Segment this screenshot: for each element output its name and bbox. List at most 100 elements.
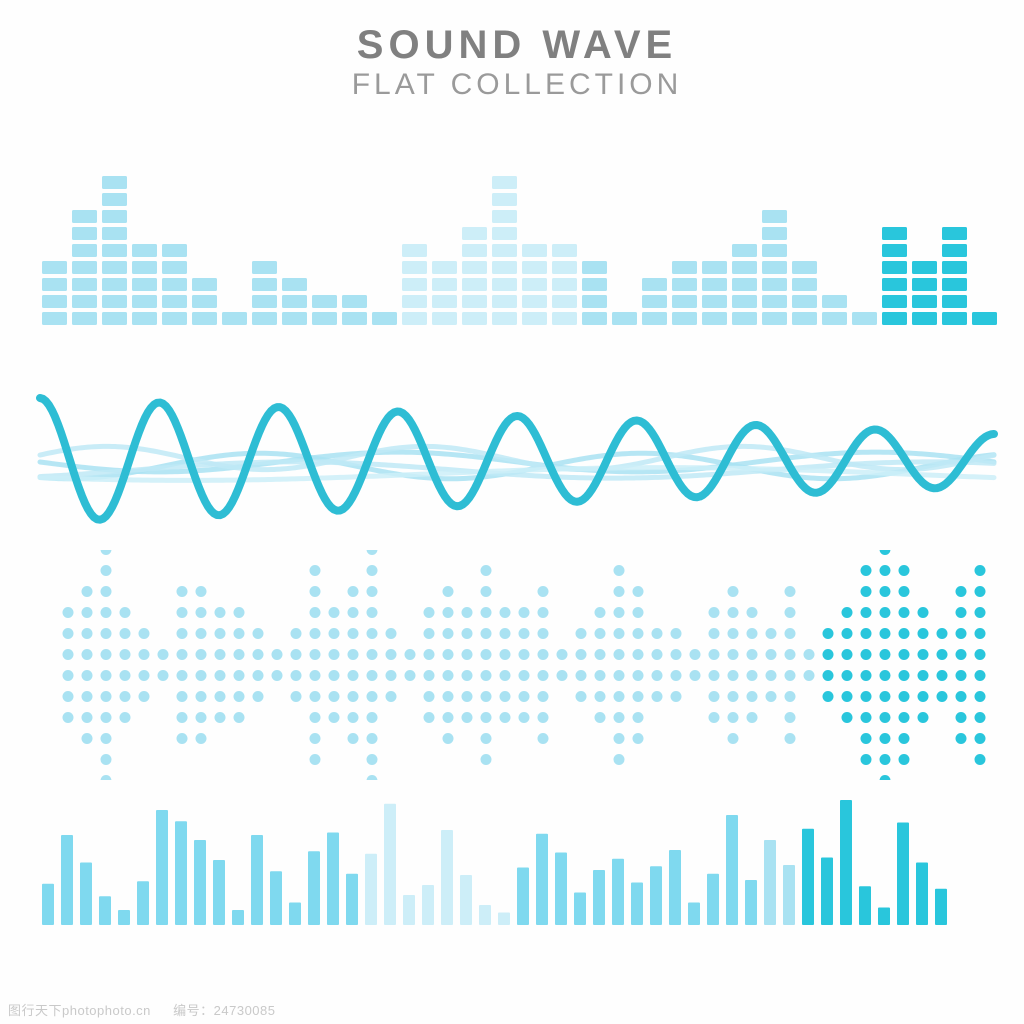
matrix-dot bbox=[708, 607, 720, 618]
equalizer-block bbox=[72, 261, 97, 274]
equalizer-bar bbox=[783, 865, 795, 925]
matrix-dot bbox=[898, 691, 910, 702]
equalizer-bar bbox=[764, 840, 776, 925]
matrix-dot bbox=[841, 712, 853, 723]
matrix-dot bbox=[100, 628, 112, 639]
equalizer-block bbox=[402, 278, 427, 291]
matrix-dot bbox=[366, 565, 378, 576]
matrix-dot bbox=[518, 628, 530, 639]
equalizer-bar bbox=[42, 883, 54, 925]
matrix-dot bbox=[309, 607, 321, 618]
equalizer-block bbox=[612, 312, 637, 325]
matrix-dot bbox=[195, 691, 207, 702]
equalizer-block bbox=[462, 244, 487, 257]
matrix-dot bbox=[784, 628, 796, 639]
matrix-dot bbox=[575, 649, 587, 660]
equalizer-block bbox=[702, 278, 727, 291]
matrix-dot bbox=[746, 628, 758, 639]
matrix-dot bbox=[594, 649, 606, 660]
matrix-dot bbox=[955, 712, 967, 723]
matrix-dot bbox=[461, 628, 473, 639]
equalizer-block bbox=[102, 295, 127, 308]
matrix-dot bbox=[271, 649, 283, 660]
equalizer-block bbox=[162, 312, 187, 325]
equalizer-block bbox=[552, 278, 577, 291]
equalizer-block bbox=[732, 244, 757, 257]
matrix-dot bbox=[974, 754, 986, 765]
matrix-dot bbox=[537, 649, 549, 660]
equalizer-block bbox=[432, 278, 457, 291]
matrix-dot bbox=[974, 649, 986, 660]
matrix-dot bbox=[423, 670, 435, 681]
matrix-dot bbox=[613, 565, 625, 576]
matrix-dot bbox=[480, 607, 492, 618]
matrix-dot bbox=[119, 712, 131, 723]
matrix-dot bbox=[537, 691, 549, 702]
equalizer-block bbox=[552, 261, 577, 274]
matrix-dot bbox=[936, 649, 948, 660]
equalizer-block bbox=[102, 227, 127, 240]
equalizer-block bbox=[942, 312, 967, 325]
matrix-dot bbox=[480, 586, 492, 597]
equalizer-block bbox=[492, 210, 517, 223]
matrix-dot bbox=[309, 754, 321, 765]
equalizer-block bbox=[882, 312, 907, 325]
equalizer-block bbox=[282, 278, 307, 291]
equalizer-block bbox=[252, 295, 277, 308]
equalizer-block bbox=[102, 210, 127, 223]
matrix-dot bbox=[746, 607, 758, 618]
equalizer-block bbox=[282, 295, 307, 308]
matrix-dot bbox=[385, 691, 397, 702]
matrix-dot bbox=[974, 607, 986, 618]
matrix-dot bbox=[613, 649, 625, 660]
matrix-dot bbox=[480, 670, 492, 681]
matrix-dot bbox=[385, 670, 397, 681]
matrix-dot bbox=[632, 649, 644, 660]
equalizer-block bbox=[792, 261, 817, 274]
equalizer-block bbox=[72, 210, 97, 223]
matrix-dot bbox=[423, 628, 435, 639]
equalizer-bar bbox=[669, 850, 681, 925]
equalizer-bar bbox=[688, 902, 700, 925]
matrix-dot bbox=[81, 733, 93, 744]
equalizer-block bbox=[822, 295, 847, 308]
matrix-dot bbox=[347, 607, 359, 618]
equalizer-block bbox=[702, 295, 727, 308]
dot-matrix-canvas bbox=[62, 550, 986, 780]
equalizer-block bbox=[912, 295, 937, 308]
equalizer-block bbox=[162, 261, 187, 274]
matrix-dot bbox=[366, 712, 378, 723]
matrix-dot bbox=[366, 649, 378, 660]
matrix-dot bbox=[499, 712, 511, 723]
matrix-dot bbox=[138, 628, 150, 639]
matrix-dot bbox=[917, 607, 929, 618]
equalizer-block bbox=[312, 295, 337, 308]
matrix-dot bbox=[100, 733, 112, 744]
matrix-dot bbox=[898, 649, 910, 660]
matrix-dot bbox=[879, 754, 891, 765]
equalizer-block bbox=[492, 227, 517, 240]
matrix-dot bbox=[309, 628, 321, 639]
dot-matrix-equalizer bbox=[0, 550, 1024, 780]
equalizer-bar bbox=[916, 862, 928, 925]
equalizer-bar bbox=[61, 835, 73, 925]
equalizer-block bbox=[762, 244, 787, 257]
matrix-dot bbox=[841, 607, 853, 618]
matrix-dot bbox=[727, 733, 739, 744]
matrix-dot bbox=[613, 607, 625, 618]
equalizer-block bbox=[762, 261, 787, 274]
matrix-dot bbox=[233, 670, 245, 681]
matrix-dot bbox=[309, 670, 321, 681]
matrix-dot bbox=[119, 670, 131, 681]
matrix-dot bbox=[936, 670, 948, 681]
matrix-dot bbox=[480, 733, 492, 744]
matrix-dot bbox=[499, 607, 511, 618]
equalizer-bar bbox=[403, 895, 415, 925]
bar-equalizer-canvas bbox=[42, 800, 947, 925]
matrix-dot bbox=[176, 670, 188, 681]
matrix-dot bbox=[917, 670, 929, 681]
matrix-dot bbox=[974, 586, 986, 597]
equalizer-block bbox=[402, 244, 427, 257]
equalizer-block bbox=[642, 312, 667, 325]
watermark-site: 图行天下photophoto.cn bbox=[8, 1003, 151, 1018]
